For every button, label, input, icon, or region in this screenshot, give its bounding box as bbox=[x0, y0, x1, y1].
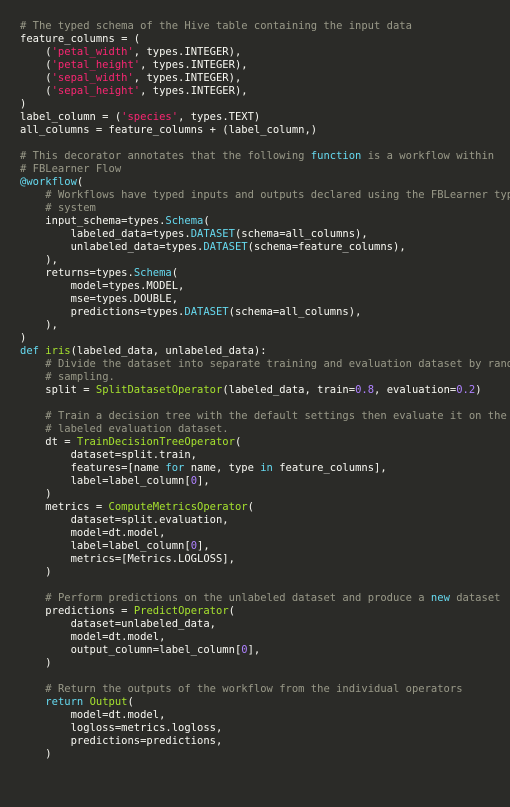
code-text: ), bbox=[45, 319, 58, 331]
code-text: ), bbox=[45, 254, 58, 266]
keyword: return bbox=[45, 696, 83, 708]
code-text: (schema=all_columns), bbox=[229, 306, 362, 318]
code-text: (schema=all_columns), bbox=[235, 228, 368, 240]
function-call: PredictOperator bbox=[134, 605, 229, 617]
number: 0.8 bbox=[355, 384, 374, 396]
code-text: all_columns = feature_columns + (label_c… bbox=[20, 124, 317, 136]
function-call: ComputeMetricsOperator bbox=[109, 501, 248, 513]
code-text: model=types.MODEL, bbox=[71, 280, 185, 292]
function-name: iris bbox=[45, 345, 70, 357]
code-text: ) bbox=[475, 384, 481, 396]
code-text: ( bbox=[172, 267, 178, 279]
code-text: mse=types.DOUBLE, bbox=[71, 293, 178, 305]
code-text: output_column=label_column[ bbox=[71, 644, 242, 656]
code-text: dt = bbox=[45, 436, 77, 448]
code-text: unlabeled_data=types. bbox=[71, 241, 204, 253]
code-text: label=label_column[ bbox=[71, 540, 191, 552]
code-text: , types.INTEGER), bbox=[140, 85, 247, 97]
code-text: dataset=split.evaluation, bbox=[71, 514, 229, 526]
code-text: predictions = bbox=[45, 605, 134, 617]
code-text: predictions=types. bbox=[71, 306, 185, 318]
code-text: returns=types. bbox=[45, 267, 134, 279]
function-call: Output bbox=[90, 696, 128, 708]
comment: # Perform predictions on the unlabeled d… bbox=[45, 592, 431, 604]
keyword: function bbox=[311, 150, 362, 162]
type: DATASET bbox=[184, 306, 228, 318]
code-text: model=dt.model, bbox=[71, 709, 166, 721]
comment: # sampling. bbox=[45, 371, 115, 383]
code-text: ) bbox=[45, 488, 51, 500]
code-text: ( bbox=[128, 696, 134, 708]
keyword: in bbox=[260, 462, 273, 474]
code-text: label=label_column[ bbox=[71, 475, 191, 487]
comment: # system bbox=[45, 202, 96, 214]
comment: # labeled evaluation dataset. bbox=[45, 423, 228, 435]
number: 0.2 bbox=[456, 384, 475, 396]
code-text: , evaluation= bbox=[374, 384, 456, 396]
code-text: , types.INTEGER), bbox=[134, 72, 241, 84]
code-text: model=dt.model, bbox=[71, 527, 166, 539]
keyword: for bbox=[165, 462, 184, 474]
comment: dataset bbox=[450, 592, 501, 604]
code-text: dataset=split.train, bbox=[71, 449, 197, 461]
code-text: ( bbox=[229, 605, 235, 617]
type: DATASET bbox=[191, 228, 235, 240]
code-text: input_schema=types. bbox=[45, 215, 165, 227]
comment: # Workflows have typed inputs and output… bbox=[45, 189, 510, 201]
code-text: ], bbox=[197, 540, 210, 552]
code-text: ( bbox=[235, 436, 241, 448]
type: Schema bbox=[134, 267, 172, 279]
code-text: , types.INTEGER), bbox=[140, 59, 247, 71]
code-text: labeled_data=types. bbox=[71, 228, 191, 240]
comment: # Divide the dataset into separate train… bbox=[45, 358, 510, 370]
code-text: , types.INTEGER), bbox=[134, 46, 241, 58]
code-text: logloss=metrics.logloss, bbox=[71, 722, 223, 734]
code-text: name, type bbox=[184, 462, 260, 474]
code-text: ( bbox=[77, 176, 83, 188]
string: 'sepal_width' bbox=[52, 72, 134, 84]
code-text: split = bbox=[45, 384, 96, 396]
code-text: ( bbox=[203, 215, 209, 227]
code-text: feature_columns = ( bbox=[20, 33, 140, 45]
comment: # This decorator annotates that the foll… bbox=[20, 150, 311, 162]
code-text: ) bbox=[20, 332, 26, 344]
code-text: ], bbox=[248, 644, 261, 656]
code-text: ], bbox=[197, 475, 210, 487]
string: 'petal_width' bbox=[52, 46, 134, 58]
code-block: # The typed schema of the Hive table con… bbox=[0, 0, 510, 781]
function-call: TrainDecisionTreeOperator bbox=[77, 436, 235, 448]
code-text: feature_columns], bbox=[273, 462, 387, 474]
code-text: model=dt.model, bbox=[71, 631, 166, 643]
comment: # Return the outputs of the workflow fro… bbox=[45, 683, 462, 695]
code-text: ) bbox=[45, 748, 51, 760]
comment: is a workflow within bbox=[361, 150, 494, 162]
code-text: dataset=unlabeled_data, bbox=[71, 618, 216, 630]
code-text: metrics = bbox=[45, 501, 108, 513]
code-text: ) bbox=[45, 657, 51, 669]
code-text: metrics=[Metrics.LOGLOSS], bbox=[71, 553, 235, 565]
comment: # Train a decision tree with the default… bbox=[45, 410, 506, 422]
function-call: SplitDatasetOperator bbox=[96, 384, 222, 396]
code-text: (labeled_data, unlabeled_data): bbox=[71, 345, 267, 357]
type: Schema bbox=[165, 215, 203, 227]
keyword: new bbox=[431, 592, 450, 604]
code-text: features=[name bbox=[71, 462, 166, 474]
code-text: , types.TEXT) bbox=[178, 111, 260, 123]
comment: # The typed schema of the Hive table con… bbox=[20, 20, 412, 32]
code-text: (schema=feature_columns), bbox=[248, 241, 406, 253]
keyword: def bbox=[20, 345, 45, 357]
code-text: ) bbox=[45, 566, 51, 578]
string: 'sepal_height' bbox=[52, 85, 141, 97]
code-text: predictions=predictions, bbox=[71, 735, 223, 747]
comment: # FBLearner Flow bbox=[20, 163, 121, 175]
string: 'petal_height' bbox=[52, 59, 141, 71]
code-text: ) bbox=[20, 98, 26, 110]
code-text: (labeled_data, train= bbox=[222, 384, 355, 396]
code-text: label_column = ( bbox=[20, 111, 121, 123]
decorator: @workflow bbox=[20, 176, 77, 188]
type: DATASET bbox=[203, 241, 247, 253]
string: 'species' bbox=[121, 111, 178, 123]
code-text: ( bbox=[248, 501, 254, 513]
